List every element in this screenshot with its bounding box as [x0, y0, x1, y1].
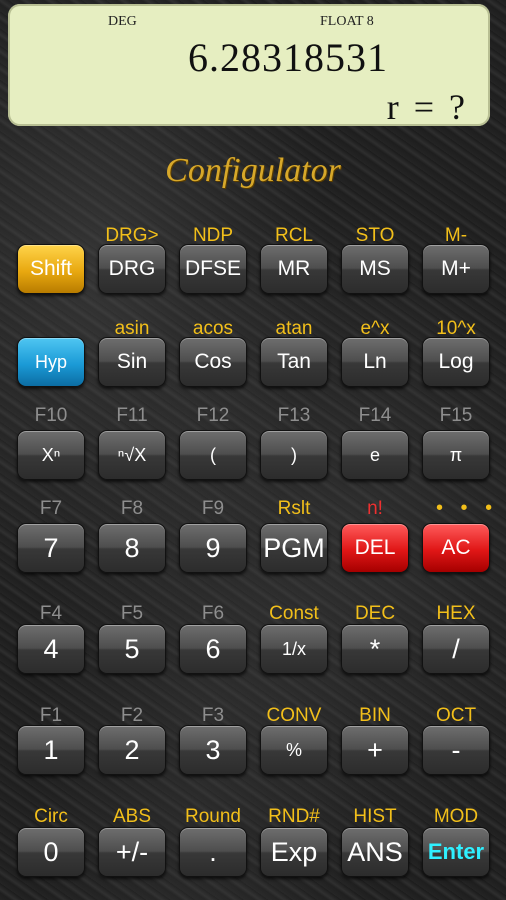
- secondary-label-r5-c3: CONV: [266, 705, 322, 726]
- secondary-label-r2-c5: F15: [439, 405, 473, 426]
- app-logo: Configulator: [165, 152, 341, 189]
- secondary-label-r2-c1: F11: [116, 405, 148, 426]
- display-prompt: r = ?: [386, 87, 468, 127]
- format-mode-indicator: FLOAT 8: [320, 14, 374, 29]
- percent-key[interactable]: %: [260, 725, 328, 775]
- secondary-label-r3-c1: F8: [120, 498, 144, 519]
- secondary-label-r1-c2: acos: [192, 318, 234, 339]
- 5-key[interactable]: 5: [98, 624, 166, 674]
- open-paren-key[interactable]: (: [179, 430, 247, 480]
- dfse-key[interactable]: DFSE: [179, 244, 247, 294]
- reciprocal-key[interactable]: 1/x: [260, 624, 328, 674]
- ln-key[interactable]: Ln: [341, 337, 409, 387]
- ans-key[interactable]: ANS: [341, 827, 409, 877]
- secondary-label-r4-c2: F6: [201, 603, 225, 624]
- 2-key[interactable]: 2: [98, 725, 166, 775]
- cos-key[interactable]: Cos: [179, 337, 247, 387]
- 3-key[interactable]: 3: [179, 725, 247, 775]
- secondary-label-r1-c4: e^x: [360, 318, 390, 339]
- plus-key[interactable]: +: [341, 725, 409, 775]
- 1-key[interactable]: 1: [17, 725, 85, 775]
- 0-key[interactable]: 0: [17, 827, 85, 877]
- decimal-point-key[interactable]: .: [179, 827, 247, 877]
- close-paren-key[interactable]: ): [260, 430, 328, 480]
- secondary-label-r4-c4: DEC: [354, 603, 396, 624]
- secondary-label-r3-c2: F9: [201, 498, 225, 519]
- secondary-label-r2-c0: F10: [34, 405, 68, 426]
- drg-key[interactable]: DRG: [98, 244, 166, 294]
- m-key[interactable]: M+: [422, 244, 490, 294]
- pgm-key[interactable]: PGM: [260, 523, 328, 573]
- 7-key[interactable]: 7: [17, 523, 85, 573]
- log-key[interactable]: Log: [422, 337, 490, 387]
- secondary-label-r0-c5: M-: [444, 225, 468, 246]
- lcd-display: DEG FLOAT 8 6.28318531 r = ?: [8, 4, 490, 127]
- divide-key[interactable]: /: [422, 624, 490, 674]
- secondary-label-r4-c0: F4: [39, 603, 63, 624]
- secondary-label-r6-c3: RND#: [268, 806, 320, 827]
- e-key[interactable]: e: [341, 430, 409, 480]
- enter-key[interactable]: Enter: [422, 827, 490, 877]
- secondary-label-r4-c1: F5: [120, 603, 144, 624]
- secondary-label-r0-c1: DRG>: [105, 225, 159, 246]
- nth-root-x-key[interactable]: ⁿ√X: [98, 430, 166, 480]
- secondary-label-r3-c4: n!: [367, 498, 383, 519]
- secondary-label-r5-c1: F2: [120, 705, 144, 726]
- ac-dots-indicator: • • •: [436, 497, 499, 519]
- 8-key[interactable]: 8: [98, 523, 166, 573]
- display-value: 6.28318531: [188, 35, 388, 80]
- secondary-label-r6-c5: MOD: [433, 806, 479, 827]
- secondary-label-r6-c4: HIST: [353, 806, 397, 827]
- shift-key[interactable]: Shift: [17, 244, 85, 294]
- ac-key[interactable]: AC: [422, 523, 490, 573]
- plus-minus-key[interactable]: +/-: [98, 827, 166, 877]
- secondary-label-r0-c3: RCL: [274, 225, 313, 246]
- secondary-label-r4-c5: HEX: [436, 603, 476, 624]
- secondary-label-r3-c3: Rslt: [277, 498, 311, 519]
- secondary-label-r5-c0: F1: [39, 705, 63, 726]
- mr-key[interactable]: MR: [260, 244, 328, 294]
- secondary-label-r1-c5: 10^x: [436, 318, 476, 339]
- secondary-label-r3-c0: F7: [39, 498, 63, 519]
- secondary-label-r6-c1: ABS: [112, 806, 152, 827]
- secondary-label-r5-c4: BIN: [359, 705, 391, 726]
- secondary-label-r2-c3: F13: [277, 405, 311, 426]
- secondary-label-r4-c3: Const: [269, 603, 319, 624]
- ms-key[interactable]: MS: [341, 244, 409, 294]
- secondary-label-r0-c2: NDP: [192, 225, 234, 246]
- secondary-label-r5-c5: OCT: [435, 705, 477, 726]
- secondary-label-r0-c4: STO: [355, 225, 395, 246]
- sin-key[interactable]: Sin: [98, 337, 166, 387]
- secondary-label-r6-c2: Round: [185, 806, 241, 827]
- secondary-label-r2-c4: F14: [358, 405, 392, 426]
- secondary-label-r2-c2: F12: [196, 405, 230, 426]
- hyp-key[interactable]: Hyp: [17, 337, 85, 387]
- angle-mode-indicator: DEG: [108, 14, 137, 29]
- pi-key[interactable]: π: [422, 430, 490, 480]
- x-power-n-key[interactable]: Xⁿ: [17, 430, 85, 480]
- 4-key[interactable]: 4: [17, 624, 85, 674]
- secondary-label-r1-c3: atan: [275, 318, 313, 339]
- secondary-label-r1-c1: asin: [114, 318, 150, 339]
- minus-key[interactable]: -: [422, 725, 490, 775]
- secondary-label-r5-c2: F3: [201, 705, 225, 726]
- multiply-key[interactable]: *: [341, 624, 409, 674]
- tan-key[interactable]: Tan: [260, 337, 328, 387]
- 6-key[interactable]: 6: [179, 624, 247, 674]
- secondary-label-r6-c0: Circ: [34, 806, 68, 827]
- 9-key[interactable]: 9: [179, 523, 247, 573]
- exp-key[interactable]: Exp: [260, 827, 328, 877]
- del-key[interactable]: DEL: [341, 523, 409, 573]
